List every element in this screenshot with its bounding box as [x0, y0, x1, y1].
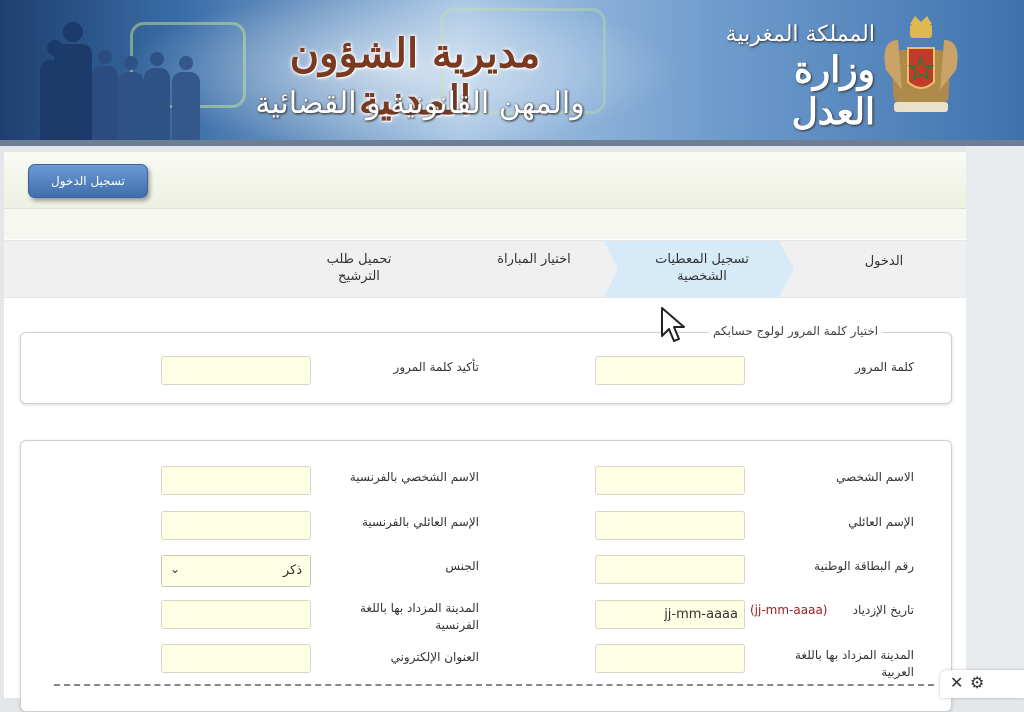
birthdate-format-hint: (jj-mm-aaaa) [750, 603, 828, 617]
top-toolbar: تسجيل الدخول [4, 152, 966, 209]
birth-city-fr-label: المدينة المزداد بها باللغة الفرنسية [359, 601, 479, 632]
chevron-down-icon: ⌄ [170, 562, 181, 576]
birth-city-ar-input[interactable] [595, 644, 745, 673]
gender-label: الجنس [445, 559, 479, 573]
birthdate-input[interactable] [595, 600, 745, 629]
email-input[interactable] [161, 644, 311, 673]
registration-steps: الدخول تسجيل المعطيات الشخصية اختيار الم… [4, 240, 966, 298]
first-name-fr-input[interactable] [161, 466, 311, 495]
national-id-label: رقم البطاقة الوطنية [814, 559, 914, 573]
gear-icon[interactable]: ⚙ [970, 673, 984, 692]
close-icon[interactable]: ✕ [950, 673, 963, 692]
floating-tray: ✕ ⚙ [940, 670, 1024, 698]
email-label: العنوان الإلكتروني [390, 650, 479, 664]
last-name-label: الإسم العائلي [848, 515, 914, 529]
mouse-pointer-icon [661, 307, 685, 342]
last-name-fr-label: الإسم العائلي بالفرنسية [361, 515, 479, 529]
gender-selected-value: ذكر [282, 563, 302, 578]
directorate-subtitle: والمهن القانونية و القضائية [255, 86, 585, 121]
password-section-legend: اختيار كلمة المرور لولوج حسابكم [709, 324, 883, 338]
last-name-fr-input[interactable] [161, 511, 311, 540]
step-choose-exam[interactable]: اختيار المباراة [474, 251, 594, 268]
first-name-fr-label: الاسم الشخصي بالفرنسية [349, 470, 479, 484]
toolbar-spacer [4, 209, 966, 239]
confirm-password-input[interactable] [161, 356, 311, 385]
right-gutter [966, 146, 1024, 698]
password-label: كلمة المرور [854, 360, 914, 374]
birth-city-fr-input[interactable] [161, 600, 311, 629]
kingdom-label: المملكة المغربية [725, 22, 875, 47]
confirm-password-label: تأكيد كلمة المرور [393, 360, 479, 374]
national-id-input[interactable] [595, 555, 745, 584]
registration-page: تسجيل الدخول الدخول تسجيل المعطيات الشخص… [4, 152, 966, 712]
first-name-input[interactable] [595, 466, 745, 495]
step-login[interactable]: الدخول [824, 253, 944, 270]
ministry-name: المملكة المغربية وزارة العدل [715, 22, 875, 133]
step-download-application[interactable]: تحميل طلب الترشيح [304, 251, 414, 285]
password-input[interactable] [595, 356, 745, 385]
login-button[interactable]: تسجيل الدخول [28, 164, 148, 198]
banner-divider [0, 140, 1024, 146]
last-name-input[interactable] [595, 511, 745, 540]
step-personal-data-label: تسجيل المعطيات الشخصية [655, 252, 749, 284]
birth-city-ar-label: المدينة المزداد بها باللغة العربية [794, 648, 914, 679]
ministry-label: وزارة العدل [791, 49, 875, 133]
step-personal-data[interactable]: تسجيل المعطيات الشخصية [604, 241, 794, 297]
gender-select[interactable]: ذكر ⌄ [161, 555, 311, 587]
coat-of-arms-icon [884, 16, 958, 112]
section-divider [54, 684, 934, 686]
first-name-label: الاسم الشخصي [836, 470, 914, 484]
header-banner: مديرية الشؤون المدنية والمهن القانونية و… [0, 0, 1024, 146]
